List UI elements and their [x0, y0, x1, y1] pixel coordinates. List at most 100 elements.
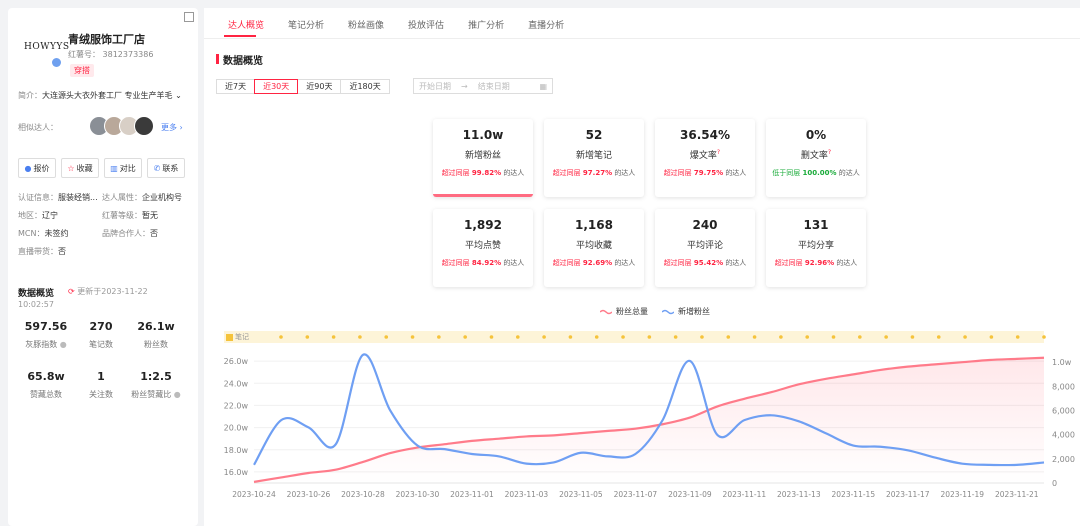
rank-prefix: 超过同层: [774, 259, 803, 267]
metric-label: 平均点赞: [464, 241, 501, 251]
end-date-input[interactable]: 结束日期: [478, 81, 510, 92]
help-icon[interactable]: ?: [828, 149, 831, 156]
info-label: 认证信息：: [18, 193, 58, 202]
metric-label: 平均分享: [797, 241, 834, 251]
fans-line-chart[interactable]: 16.0w 18.0w 20.0w 22.0w 24.0w 26.0w 0 2,000 4,00…: [204, 328, 1080, 526]
tab-fans[interactable]: 粉丝画像: [336, 16, 396, 33]
qr-code-icon[interactable]: [184, 12, 194, 22]
metric-value: 52: [585, 128, 603, 142]
note-marker: [437, 335, 441, 339]
range-7d[interactable]: 近7天: [216, 79, 256, 94]
rank-percent: 79.75%: [693, 169, 724, 177]
help-icon[interactable]: ?: [717, 149, 720, 156]
rank-prefix: 超过同层: [663, 169, 692, 177]
legend-label: 新增粉丝: [678, 307, 710, 316]
contact-button[interactable]: ✆ 联系: [147, 158, 185, 178]
more-label: 更多: [161, 123, 177, 132]
note-marker: [331, 335, 336, 339]
metric-card-delete-rate[interactable]: 0% 删文率? 低于同层 100.00% 的达人: [766, 119, 866, 197]
quote-button[interactable]: ● 报价: [18, 158, 56, 178]
updated-text: 更新于2023-11-22: [77, 287, 148, 296]
legend-total-fans[interactable]: 粉丝总量: [600, 306, 648, 317]
compare-button[interactable]: ▥ 对比: [104, 158, 142, 178]
favorite-button[interactable]: ☆ 收藏: [61, 158, 99, 178]
note-marker: [884, 335, 888, 339]
info-value: 辽宁: [42, 211, 58, 220]
stat-label: 关注数: [89, 390, 113, 399]
rank-suffix: 的达人: [725, 259, 747, 267]
metric-card-avg-collects[interactable]: 1,168 平均收藏 超过同层 92.69% 的达人: [544, 209, 644, 287]
rank-percent: 97.27%: [582, 169, 613, 177]
tab-bar: 达人概览 笔记分析 粉丝画像 投放评估 推广分析 直播分析: [216, 16, 576, 33]
note-marker: [910, 335, 915, 339]
tab-live[interactable]: 直播分析: [516, 16, 576, 33]
x-tick-label: 2023-11-01: [450, 490, 494, 499]
mcn: MCN：未签约: [18, 228, 68, 239]
more-link[interactable]: 更多 ›: [161, 122, 183, 133]
x-tick-label: 2023-10-28: [341, 490, 385, 499]
metric-rank: 超过同层 92.69% 的达人: [544, 258, 644, 268]
cert-info: 认证信息：服装经销...: [18, 192, 98, 203]
metric-card-new-notes[interactable]: 52 新增笔记 超过同层 97.27% 的达人: [544, 119, 644, 197]
chevron-right-icon: ›: [179, 123, 183, 132]
rank-percent: 92.96%: [804, 259, 835, 267]
tab-notes[interactable]: 笔记分析: [276, 16, 336, 33]
chart-legend: 粉丝总量 新增粉丝: [600, 306, 710, 317]
arrow-right-icon: →: [461, 81, 468, 91]
avatar[interactable]: [134, 116, 154, 136]
action-buttons: ● 报价 ☆ 收藏 ▥ 对比 ✆ 联系: [18, 158, 185, 178]
note-marker: [568, 335, 573, 339]
metric-value: 11.0w: [462, 128, 504, 142]
x-tick-label: 2023-11-15: [832, 490, 876, 499]
x-tick-label: 2023-11-05: [559, 490, 603, 499]
help-icon[interactable]: ●: [60, 340, 67, 349]
metric-rank: 超过同层 97.27% 的达人: [544, 168, 644, 178]
note-marker: [305, 335, 310, 339]
refresh[interactable]: ⟳ 更新于2023-11-22: [68, 286, 148, 297]
range-90d[interactable]: 近90天: [297, 79, 342, 94]
note-marker: [726, 335, 731, 339]
section-title: 数据概览: [223, 56, 263, 67]
date-range-picker[interactable]: 开始日期 → 结束日期 ▦: [413, 78, 553, 94]
rank-prefix: 超过同层: [441, 169, 470, 177]
range-30d[interactable]: 近30天: [254, 79, 299, 94]
range-180d[interactable]: 近180天: [340, 79, 390, 94]
brand-partner: 品牌合作人：否: [102, 228, 158, 239]
metric-card-avg-shares[interactable]: 131 平均分享 超过同层 92.96% 的达人: [766, 209, 866, 287]
metric-card-hit-rate[interactable]: 36.54% 爆文率? 超过同层 79.75% 的达人: [655, 119, 755, 197]
metric-value: 1,892: [464, 218, 502, 232]
stat-index: 597.56 灰豚指数 ●: [16, 320, 76, 350]
legend-line-icon: [600, 309, 612, 314]
metric-rank: 低于同层 100.00% 的达人: [766, 168, 866, 178]
avatar-logo: HOWYYS: [24, 42, 70, 52]
favorite-label: 收藏: [76, 163, 93, 173]
tab-delivery[interactable]: 投放评估: [396, 16, 456, 33]
intro[interactable]: 简介：大连源头大衣外套工厂 专业生产羊毛 ⌄: [18, 90, 182, 101]
info-label: 红薯等级：: [102, 211, 142, 220]
metric-value: 240: [692, 218, 718, 232]
x-tick-label: 2023-11-09: [668, 490, 712, 499]
chevron-down-icon[interactable]: ⌄: [175, 91, 182, 100]
start-date-input[interactable]: 开始日期: [419, 81, 451, 92]
profile-panel: HOWYYS 青绒服饰工厂店 红薯号： 3812373386 穿搭 简介：大连源…: [8, 8, 198, 526]
help-icon[interactable]: ●: [174, 390, 181, 399]
note-marker: [463, 335, 467, 339]
tab-overview[interactable]: 达人概览: [216, 16, 276, 33]
calendar-icon[interactable]: ▦: [539, 82, 547, 91]
x-tick-label: 2023-11-11: [723, 490, 767, 499]
quote-icon: ●: [24, 163, 32, 173]
stat-notes: 270 笔记数: [71, 320, 131, 350]
stat-label: 粉丝赞藏比: [131, 390, 172, 399]
tab-promotion[interactable]: 推广分析: [456, 16, 516, 33]
legend-new-fans[interactable]: 新增粉丝: [662, 306, 710, 317]
metric-rank: 超过同层 95.42% 的达人: [655, 258, 755, 268]
overview-title: 数据概览: [18, 289, 55, 299]
metric-card-avg-likes[interactable]: 1,892 平均点赞 超过同层 84.92% 的达人: [433, 209, 533, 287]
metric-card-avg-comments[interactable]: 240 平均评论 超过同层 95.42% 的达人: [655, 209, 755, 287]
metric-card-new-fans[interactable]: 11.0w 新增粉丝 超过同层 99.82% 的达人: [433, 119, 533, 197]
note-marker: [779, 335, 783, 339]
refresh-icon[interactable]: ⟳: [68, 287, 75, 296]
info-value: 否: [150, 229, 158, 238]
similar-avatars[interactable]: [89, 116, 154, 136]
metric-value: 1,168: [575, 218, 613, 232]
